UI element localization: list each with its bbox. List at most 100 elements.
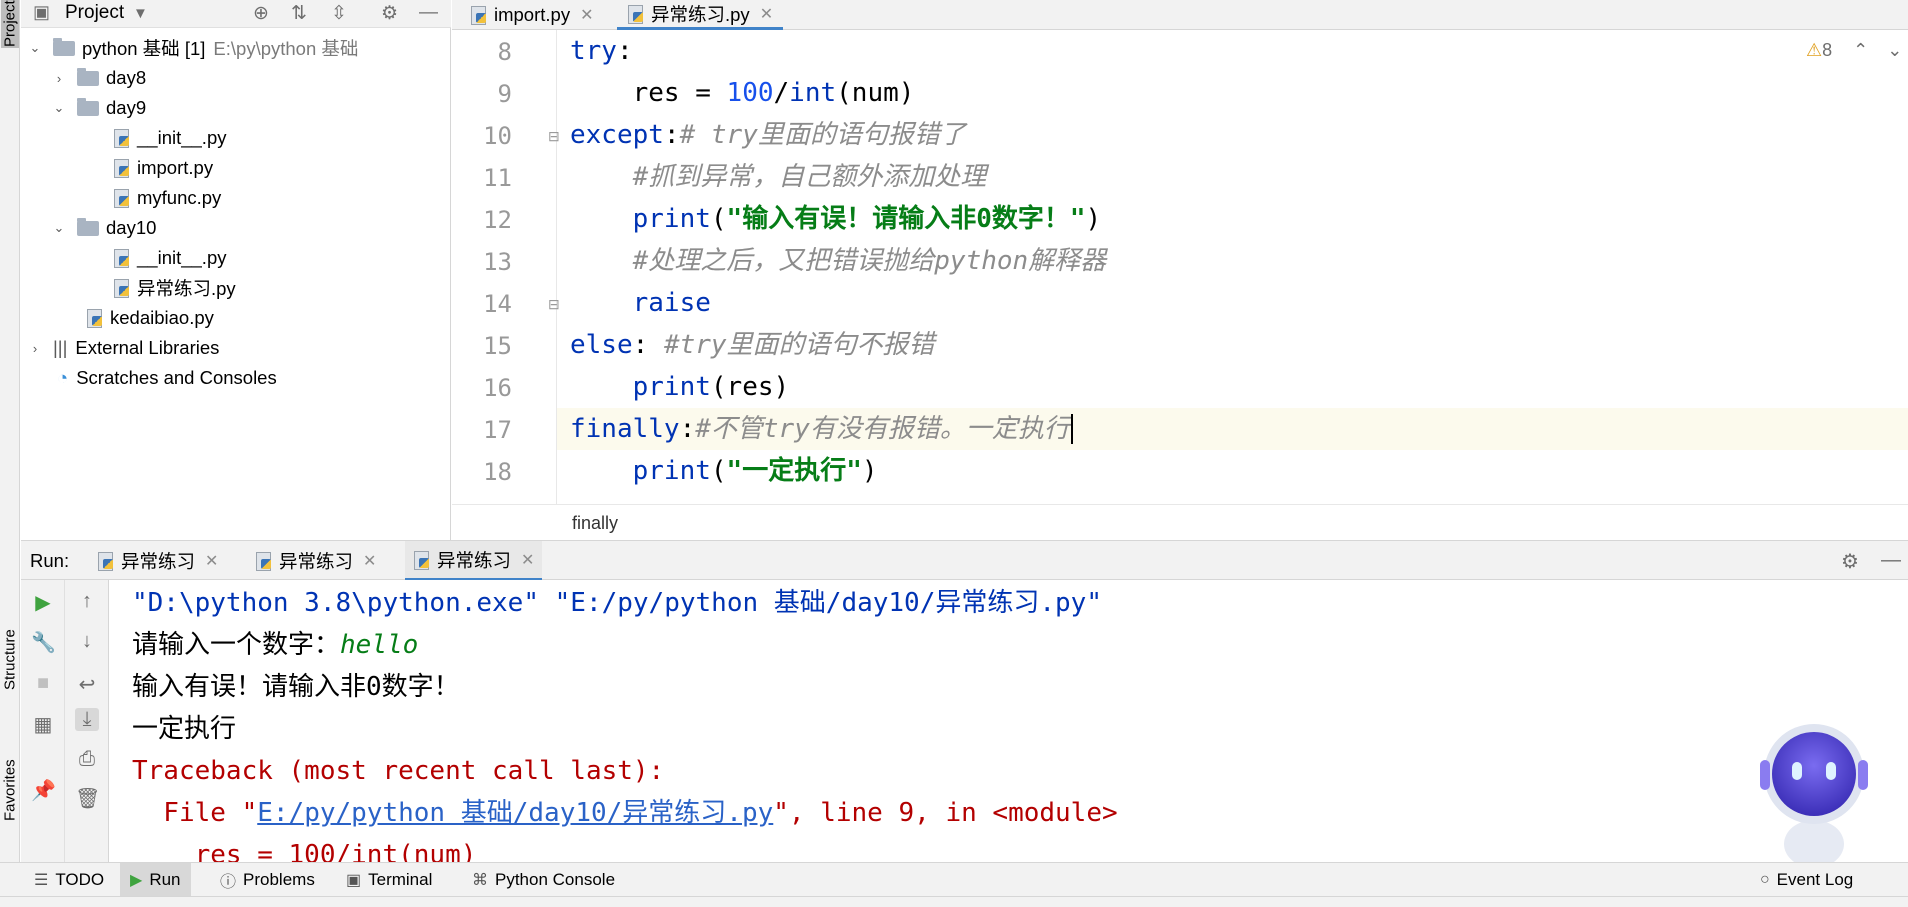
chevron-right-icon[interactable]: › — [27, 341, 43, 356]
structure-tool-tab[interactable]: Structure — [1, 615, 19, 705]
run-tab-label: 异常练习 — [437, 549, 512, 571]
python-file-icon — [113, 128, 131, 148]
code-token: int — [789, 78, 837, 108]
event-log-tool-button[interactable]: ○ Event Log — [1760, 863, 1853, 897]
python-console-label: Python Console — [495, 870, 616, 889]
tree-item-scratches[interactable]: ◔ Scratches and Consoles — [57, 363, 277, 393]
chevron-down-icon[interactable]: ⌄ — [1887, 40, 1902, 60]
tree-item-day10[interactable]: ⌄ day10 — [51, 213, 157, 243]
close-icon[interactable]: ✕ — [363, 551, 376, 571]
tree-item-file[interactable]: __init__.py — [113, 123, 226, 153]
code-token: raise — [570, 288, 711, 318]
problems-tool-button[interactable]: ⓘ Problems — [220, 863, 315, 897]
python-file-icon — [627, 4, 645, 24]
soft-wrap-icon[interactable]: ↩ — [75, 672, 99, 697]
line-number: 9 — [497, 80, 512, 108]
scroll-to-end-icon[interactable]: ⤓ — [75, 708, 99, 731]
tree-item-external-libraries[interactable]: › ||| External Libraries — [27, 333, 220, 363]
close-icon[interactable]: ✕ — [580, 5, 593, 25]
print-icon[interactable]: ⎙ — [75, 748, 99, 771]
tab-exception-py[interactable]: 异常练习.py ✕ — [617, 0, 784, 30]
close-icon[interactable]: ✕ — [521, 550, 534, 570]
tab-import-py[interactable]: import.py ✕ — [460, 0, 603, 30]
pin-icon[interactable]: 📌 — [31, 778, 56, 803]
folder-icon — [77, 97, 99, 116]
list-icon: ☰ — [34, 872, 49, 889]
inspection-widget[interactable]: ⚠8 ⌃ ⌄ — [1806, 40, 1902, 61]
tree-item-file[interactable]: myfunc.py — [113, 183, 221, 213]
locate-icon[interactable]: ⊕ — [253, 2, 269, 25]
run-tab[interactable]: 异常练习 ✕ — [255, 541, 376, 581]
code-line-8: try: — [570, 30, 633, 72]
python-console-tool-button[interactable]: ⌘ Python Console — [472, 863, 615, 897]
console-line: 一定执行 — [132, 714, 237, 744]
code-token: print — [570, 372, 711, 402]
tree-item-root[interactable]: ⌄ python 基础 [1] E:\py\python 基础 — [27, 33, 358, 63]
terminal-tool-button[interactable]: ▣ Terminal — [346, 863, 432, 897]
run-tool-button[interactable]: ▶ Run — [120, 863, 191, 897]
code-editor[interactable]: try: res = 100/int(num) except:# try里面的语… — [558, 30, 1908, 504]
python-icon — [413, 550, 431, 570]
tree-item-file[interactable]: kedaibiao.py — [86, 303, 214, 333]
chevron-down-icon[interactable]: ⌄ — [27, 40, 43, 56]
wrench-icon[interactable]: 🔧 — [31, 630, 56, 655]
collapse-all-icon[interactable]: ⇳ — [331, 2, 347, 25]
project-tool-tab[interactable]: Project — [1, 0, 19, 48]
chevron-down-icon[interactable]: ⌄ — [51, 100, 67, 116]
chevron-up-icon[interactable]: ⌃ — [1853, 40, 1868, 60]
gear-icon[interactable]: ⚙ — [381, 2, 398, 25]
tree-item-file[interactable]: 异常练习.py — [113, 273, 236, 303]
run-tab-label: 异常练习 — [279, 551, 354, 572]
expand-all-icon[interactable]: ⇅ — [291, 2, 307, 25]
tree-item-label: myfunc.py — [137, 187, 222, 208]
code-comment: #处理之后，又把错误抛给python解释器 — [570, 246, 1107, 276]
run-tab-active[interactable]: 异常练习 ✕ — [405, 541, 543, 581]
close-icon[interactable]: ✕ — [760, 4, 773, 24]
todo-label: TODO — [55, 870, 105, 889]
favorites-tool-tab[interactable]: Favorites — [1, 745, 19, 835]
arrow-down-icon[interactable]: ↓ — [75, 630, 99, 653]
breadcrumb-item[interactable]: finally — [572, 513, 618, 534]
chevron-down-icon[interactable]: ⌄ — [51, 220, 67, 236]
run-label: Run — [149, 870, 181, 889]
chevron-right-icon[interactable]: › — [51, 71, 67, 86]
tree-item-day9[interactable]: ⌄ day9 — [51, 93, 147, 123]
console-prompt: 请输入一个数字： — [132, 630, 341, 660]
project-panel-title[interactable]: Project — [65, 2, 124, 24]
run-toolbar-right: ↑ ↓ ↩ ⤓ ⎙ 🗑 — [65, 580, 109, 862]
layout-icon[interactable]: ▦ — [31, 712, 55, 737]
code-line-10: except:# try里面的语句报错了 — [570, 114, 966, 156]
terminal-label: Terminal — [368, 870, 433, 889]
gear-icon[interactable]: ⚙ — [1841, 549, 1859, 574]
traceback-file-link[interactable]: E:/py/python 基础/day10/异常练习.py — [257, 798, 773, 828]
python-icon — [255, 551, 273, 571]
minimize-icon[interactable]: — — [419, 2, 438, 24]
trash-icon[interactable]: 🗑 — [75, 786, 100, 811]
close-icon[interactable]: ✕ — [205, 551, 218, 571]
tree-item-file[interactable]: __init__.py — [113, 243, 226, 273]
minimize-icon[interactable]: — — [1881, 549, 1901, 572]
run-console[interactable]: "D:\python 3.8\python.exe" "E:/py/python… — [110, 580, 1908, 862]
code-comment: #try里面的语句不报错 — [663, 330, 935, 360]
tree-item-label: day10 — [106, 217, 157, 238]
run-tab[interactable]: 异常练习 ✕ — [97, 541, 218, 581]
tree-item-label: python 基础 [1] — [82, 38, 206, 59]
arrow-up-icon[interactable]: ↑ — [75, 590, 99, 613]
console-line: File "E:/py/python 基础/day10/异常练习.py", li… — [132, 792, 1117, 834]
tree-item-label: 异常练习.py — [137, 278, 236, 299]
chevron-down-icon[interactable]: ▼ — [133, 5, 148, 22]
todo-tool-button[interactable]: ☰ TODO — [34, 863, 104, 897]
line-number: 18 — [483, 458, 512, 486]
line-number: 13 — [483, 248, 512, 276]
run-toolbar-left: ▶ 🔧 ■ ▦ 📌 — [21, 580, 65, 862]
tree-item-label: Scratches and Consoles — [76, 367, 277, 388]
tree-item-file[interactable]: import.py — [113, 153, 213, 183]
assistant-robot-icon[interactable] — [1752, 722, 1876, 872]
problems-icon: ⓘ — [220, 874, 237, 891]
breadcrumb: finally — [452, 504, 1908, 540]
console-line: res = 100/int(num) — [132, 840, 477, 862]
rerun-icon[interactable]: ▶ — [31, 590, 55, 615]
console-line: Traceback (most recent call last): — [132, 756, 665, 786]
tree-item-day8[interactable]: › day8 — [51, 63, 146, 93]
stop-icon[interactable]: ■ — [31, 672, 55, 695]
